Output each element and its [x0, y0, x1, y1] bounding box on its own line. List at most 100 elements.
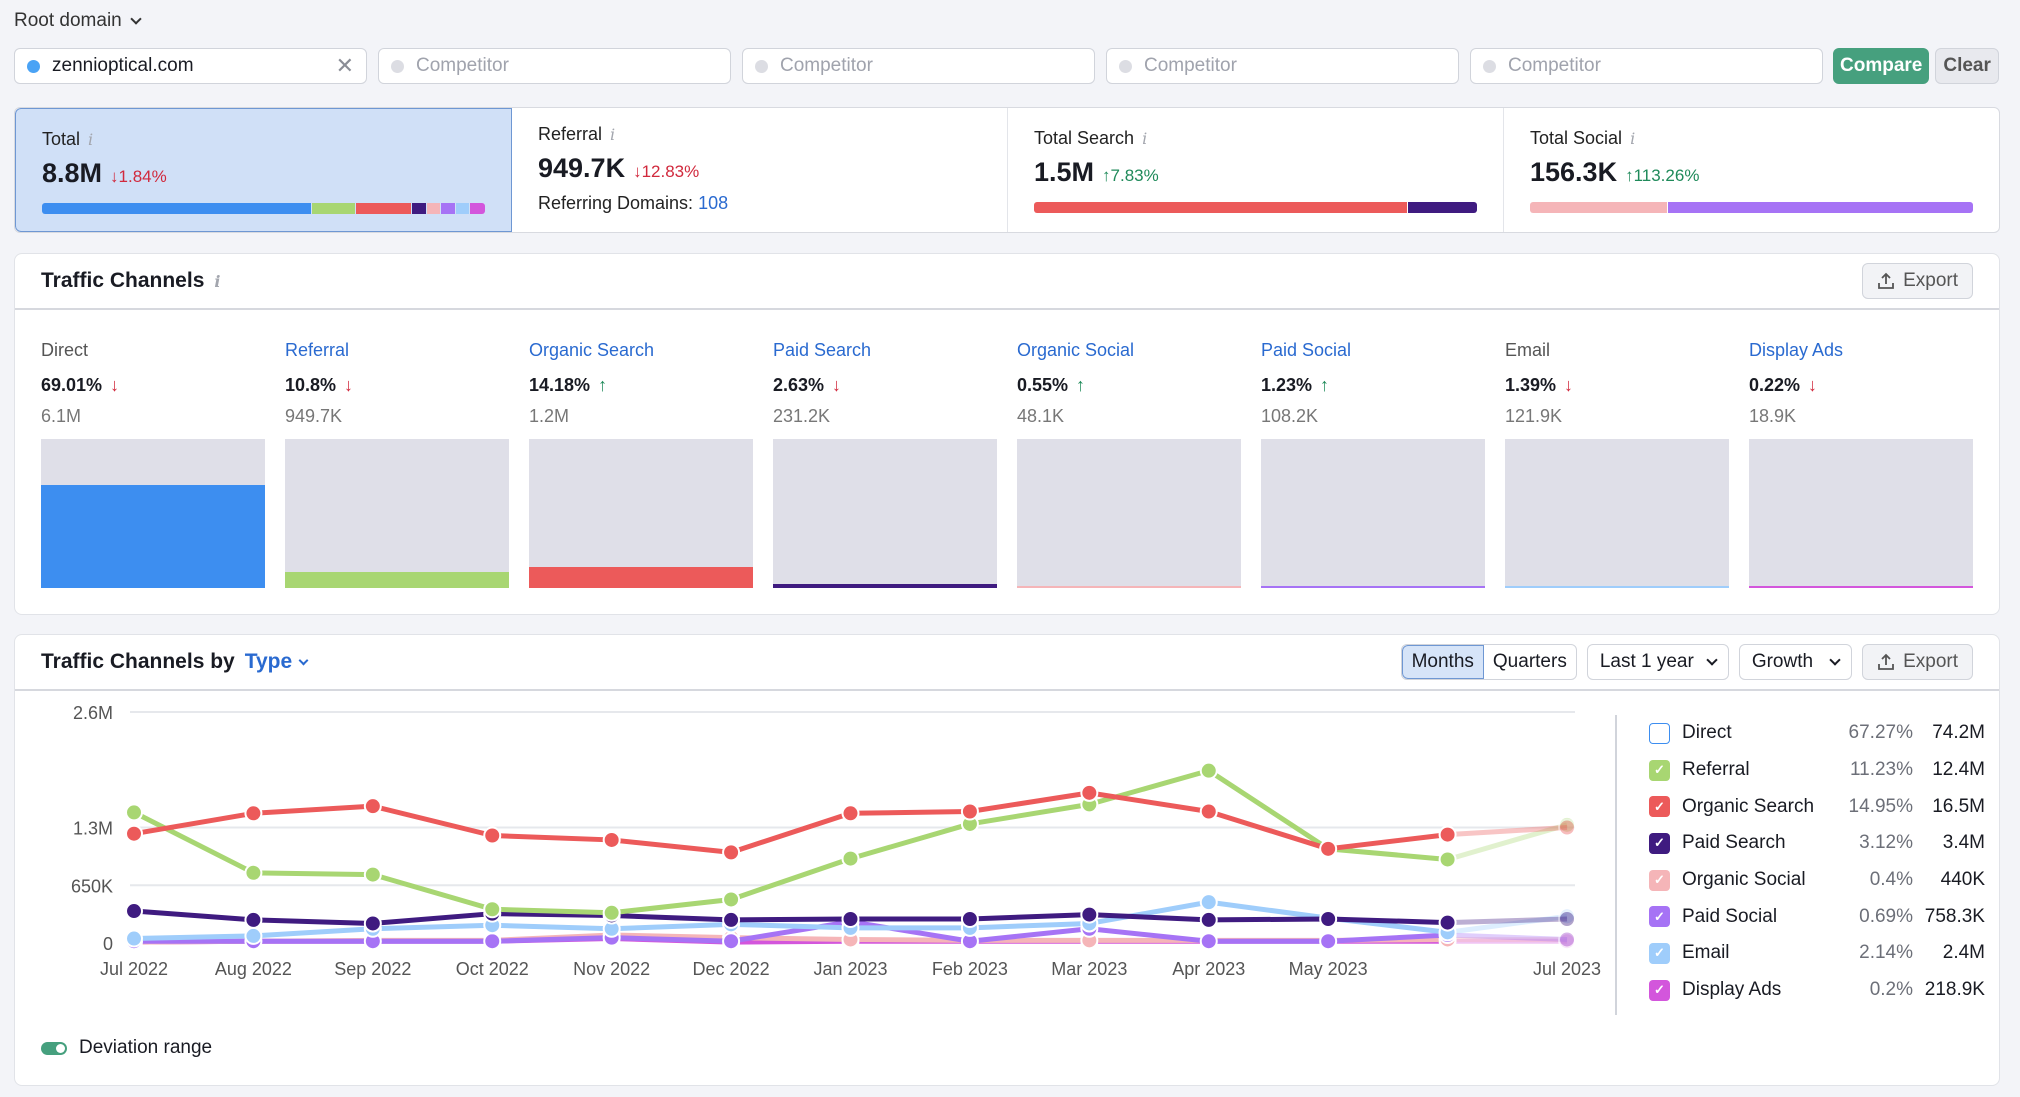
y-tick-label: 2.6M — [73, 703, 113, 723]
metric-dropdown[interactable]: Growth — [1738, 644, 1853, 680]
summary-card-referral[interactable]: Referral i 949.7K ↓12.83% Referring Domain… — [512, 108, 1008, 232]
referring-domains-link[interactable]: 108 — [698, 193, 728, 213]
channel-share-bar — [1261, 439, 1485, 588]
root-domain-dropdown[interactable]: Root domain — [14, 10, 142, 32]
checkbox-checked-icon[interactable]: ✓ — [1649, 869, 1670, 891]
social-value: 156.3K — [1530, 157, 1618, 187]
channel-name[interactable]: Organic Social — [1017, 340, 1241, 361]
channel-name[interactable]: Organic Search — [529, 340, 753, 361]
upload-icon — [1878, 653, 1894, 670]
x-tick-label: Dec 2022 — [693, 959, 770, 979]
legend-item[interactable]: ✓ Display Ads 0.2% 218.9K — [1649, 972, 1985, 1009]
checkbox-checked-icon[interactable]: ✓ — [1649, 759, 1670, 781]
checkbox-checked-icon[interactable]: ✓ — [1649, 942, 1670, 964]
range-dropdown[interactable]: Last 1 year — [1586, 644, 1729, 680]
channel-name[interactable]: Paid Search — [773, 340, 997, 361]
social-change: ↑113.26% — [1625, 166, 1700, 185]
domain-input-text: Competitor — [1144, 55, 1237, 76]
legend-item[interactable]: Direct 67.27% 74.2M — [1649, 715, 1985, 752]
channel-item: Referral 10.8% ↓ 949.7K — [285, 340, 509, 588]
checkbox-checked-icon[interactable]: ✓ — [1649, 796, 1670, 818]
x-tick-label: Feb 2023 — [932, 959, 1008, 979]
x-tick-label: Sep 2022 — [334, 959, 411, 979]
chevron-down-icon — [130, 13, 142, 25]
legend-item[interactable]: ✓ Paid Social 0.69% 758.3K — [1649, 898, 1985, 935]
channel-name[interactable]: Paid Social — [1261, 340, 1485, 361]
data-point — [1558, 818, 1576, 837]
legend-item[interactable]: ✓ Paid Search 3.12% 3.4M — [1649, 825, 1985, 862]
data-point — [1199, 910, 1218, 929]
checkbox-checked-icon[interactable]: ✓ — [1649, 979, 1670, 1001]
data-point — [1080, 783, 1099, 802]
clear-input-icon[interactable]: ✕ — [336, 53, 354, 79]
legend-percent: 0.2% — [1869, 979, 1913, 1001]
clear-button[interactable]: Clear — [1935, 48, 1999, 84]
info-icon[interactable]: i — [610, 125, 615, 144]
channel-share-bar — [1749, 439, 1973, 588]
competitor-input[interactable]: Competitor — [378, 48, 731, 84]
checkbox-empty-icon[interactable] — [1649, 722, 1670, 744]
compare-button[interactable]: Compare — [1833, 48, 1930, 84]
summary-card-search[interactable]: Total Search i 1.5M ↑7.83% — [1008, 108, 1504, 232]
channel-name[interactable]: Display Ads — [1749, 340, 1973, 361]
type-dropdown[interactable]: Type — [245, 650, 309, 674]
summary-card-social[interactable]: Total Social i 156.3K ↑113.26% — [1504, 108, 1999, 232]
legend-item[interactable]: ✓ Organic Search 14.95% 16.5M — [1649, 788, 1985, 825]
legend-item[interactable]: ✓ Organic Social 0.4% 440K — [1649, 862, 1985, 899]
channel-item: Paid Search 2.63% ↓ 231.2K — [773, 340, 997, 588]
domain-color-dot — [1119, 59, 1132, 73]
stack-segment — [441, 203, 455, 214]
legend-percent: 67.27% — [1848, 722, 1913, 744]
channel-name[interactable]: Referral — [285, 340, 509, 361]
legend-name: Direct — [1682, 722, 1732, 744]
tab-months[interactable]: Months — [1401, 645, 1484, 679]
channel-percent: 1.23% — [1261, 375, 1313, 395]
legend-value: 2.4M — [1942, 942, 1985, 964]
competitor-input[interactable]: Competitor — [742, 48, 1095, 84]
channel-list: Direct 69.01% ↓ 6.1M Referral 10.8% ↓ 949.… — [15, 310, 1999, 588]
data-point — [722, 932, 741, 951]
data-point — [722, 843, 741, 862]
legend-item[interactable]: ✓ Referral 11.23% 12.4M — [1649, 752, 1985, 789]
search-label: Total Search — [1034, 128, 1135, 148]
y-tick-label: 650K — [71, 876, 113, 896]
data-point — [1319, 932, 1338, 951]
checkbox-checked-icon[interactable]: ✓ — [1649, 906, 1670, 928]
legend-value: 12.4M — [1932, 759, 1985, 781]
summary-card-total[interactable]: Total i 8.8M ↓1.84% — [15, 108, 512, 232]
export-button[interactable]: Export — [1862, 644, 1973, 680]
info-icon[interactable]: i — [1630, 129, 1635, 148]
stack-segment — [427, 203, 441, 214]
data-point — [483, 826, 502, 845]
checkbox-checked-icon[interactable]: ✓ — [1649, 832, 1670, 854]
channel-percent: 0.55% — [1017, 375, 1069, 395]
stack-segment — [1034, 202, 1408, 213]
data-point — [1199, 761, 1218, 780]
legend-percent: 11.23% — [1849, 759, 1913, 781]
data-point — [841, 849, 860, 868]
info-icon[interactable]: i — [214, 272, 220, 291]
export-button[interactable]: Export — [1862, 263, 1973, 299]
chevron-down-icon — [1829, 654, 1841, 666]
legend-item[interactable]: ✓ Email 2.14% 2.4M — [1649, 935, 1985, 972]
x-tick-label: Aug 2022 — [215, 959, 292, 979]
channel-share-fill — [1749, 586, 1973, 588]
domain-input-text: Competitor — [416, 55, 509, 76]
total-value: 8.8M — [42, 158, 103, 188]
channel-visits: 6.1M — [41, 406, 82, 426]
info-icon[interactable]: i — [88, 130, 93, 149]
tab-quarters[interactable]: Quarters — [1484, 645, 1576, 679]
traffic-channels-title: Traffic Channels — [41, 269, 205, 292]
channel-share-fill — [285, 571, 509, 588]
domain-input[interactable]: zennioptical.com ✕ — [14, 48, 367, 84]
series-line-referral — [132, 768, 1448, 916]
channel-name: Email — [1505, 340, 1551, 360]
channel-percent: 10.8% — [285, 375, 337, 395]
competitor-input[interactable]: Competitor — [1470, 48, 1823, 84]
info-icon[interactable]: i — [1142, 129, 1147, 148]
channel-item: Organic Search 14.18% ↑ 1.2M — [529, 340, 753, 588]
competitor-input[interactable]: Competitor — [1106, 48, 1459, 84]
traffic-line-chart: 0 650K 1.3M 2.6M Jul 2022 Aug 2022 Sep 2022 Oct… — [71, 703, 1601, 979]
deviation-range-toggle[interactable] — [41, 1041, 67, 1055]
channel-name: Direct — [41, 340, 89, 360]
